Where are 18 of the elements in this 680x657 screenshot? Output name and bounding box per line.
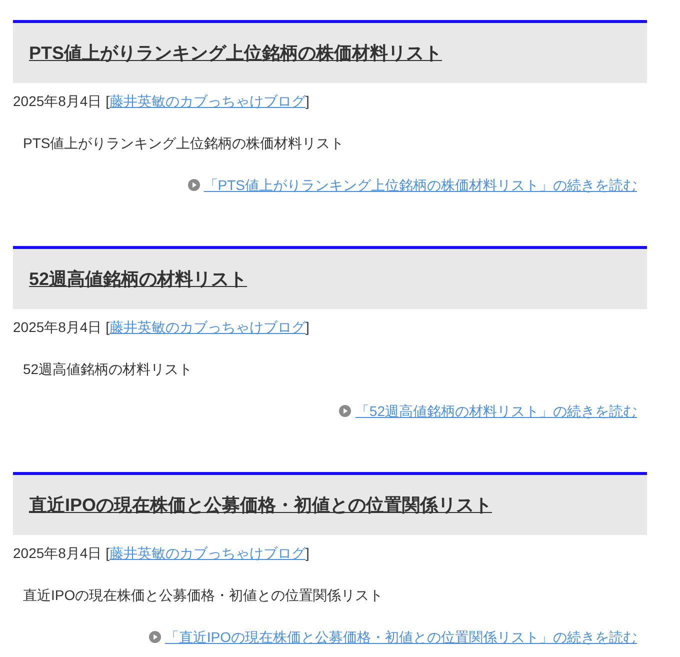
read-more-link[interactable]: 「PTS値上がりランキング上位銘柄の株価材料リスト」の続きを読む <box>204 175 637 195</box>
post-byline: 2025年8月4日 [藤井英敏のカブっちゃけブログ] <box>13 92 310 111</box>
post-byline: 2025年8月4日 [藤井英敏のカブっちゃけブログ] <box>13 544 310 563</box>
post-summary: 52週高値銘柄の材料リスト <box>23 360 193 379</box>
post-byline: 2025年8月4日 [藤井英敏のカブっちゃけブログ] <box>13 318 310 337</box>
blog-link[interactable]: 藤井英敏のカブっちゃけブログ <box>110 545 306 561</box>
play-icon <box>339 405 352 417</box>
play-icon <box>188 179 200 191</box>
post-title[interactable]: PTS値上がりランキング上位銘柄の株価材料リスト <box>29 40 442 66</box>
post-summary: PTS値上がりランキング上位銘柄の株価材料リスト <box>23 134 344 153</box>
play-icon <box>148 631 161 643</box>
blog-link[interactable]: 藤井英敏のカブっちゃけブログ <box>110 93 306 109</box>
blog-link[interactable]: 藤井英敏のカブっちゃけブログ <box>110 319 306 335</box>
post-title[interactable]: 直近IPOの現在株価と公募価格・初値との位置関係リスト <box>29 492 492 518</box>
read-more-link[interactable]: 「直近IPOの現在株価と公募価格・初値との位置関係リスト」の続きを読む <box>164 627 637 647</box>
post-summary: 直近IPOの現在株価と公募価格・初値との位置関係リスト <box>23 586 384 605</box>
post-title[interactable]: 52週高値銘柄の材料リスト <box>29 266 248 292</box>
read-more-link[interactable]: 「52週高値銘柄の材料リスト」の続きを読む <box>355 401 637 421</box>
